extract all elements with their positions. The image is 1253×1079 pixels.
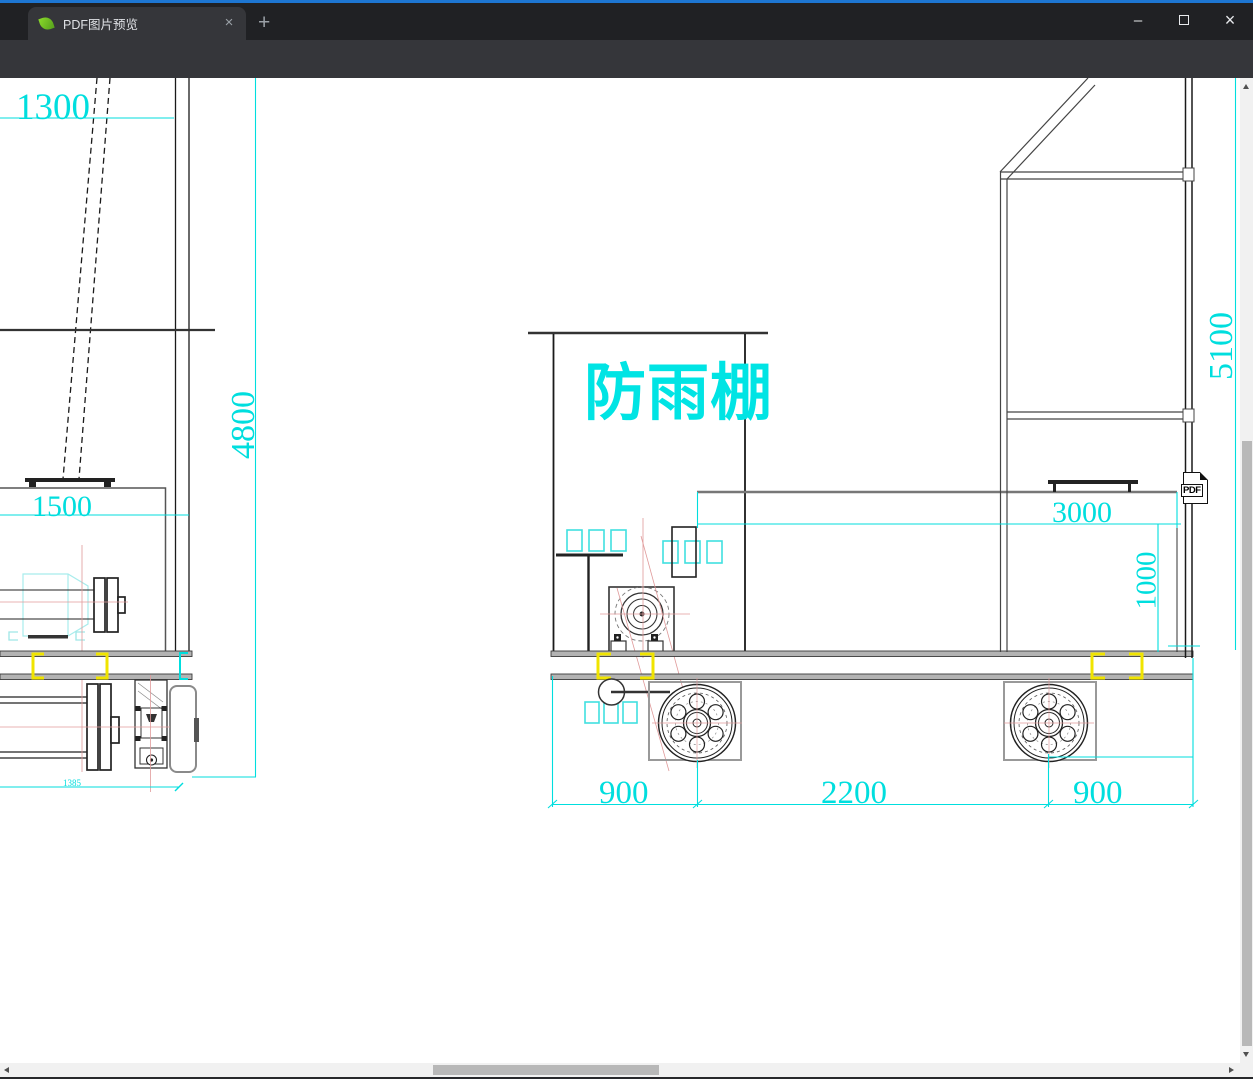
wheel-group: [652, 678, 1094, 768]
dim-1385: 1385: [63, 778, 81, 788]
maximize-icon: [1179, 15, 1189, 25]
cad-linework: [0, 78, 1237, 809]
dim-900-left: 900: [599, 775, 649, 811]
dim-2200: 2200: [821, 775, 887, 811]
dim-1300: 1300: [16, 87, 90, 128]
scroll-right-arrow-icon[interactable]: [1229, 1067, 1234, 1073]
scroll-up-arrow-icon[interactable]: [1243, 84, 1249, 89]
pdf-button-label: PDF: [1181, 484, 1203, 497]
browser-tab[interactable]: PDF图片预览 ×: [28, 7, 246, 40]
drawing-canvas: 1300 4800 1500 1385 防雨棚 3000 1000 5100 9…: [0, 78, 1240, 1063]
minimize-button[interactable]: –: [1115, 3, 1161, 37]
dim-1500: 1500: [32, 490, 92, 523]
tab-close-icon[interactable]: ×: [221, 15, 237, 31]
scroll-down-arrow-icon[interactable]: [1243, 1052, 1249, 1057]
dim-4800: 4800: [225, 391, 262, 459]
scrollbar-corner: [1240, 1063, 1253, 1077]
close-button[interactable]: ×: [1207, 3, 1253, 37]
spring-leaf-favicon-icon: [38, 15, 55, 32]
dim-900-right: 900: [1073, 775, 1123, 811]
window-controls: – ×: [1115, 3, 1253, 37]
dim-3000: 3000: [1052, 496, 1112, 529]
tab-title: PDF图片预览: [63, 18, 139, 32]
scroll-left-arrow-icon[interactable]: [4, 1067, 9, 1073]
maximize-button[interactable]: [1161, 3, 1207, 37]
horizontal-scrollbar[interactable]: [0, 1063, 1240, 1077]
pdf-icon: [1200, 472, 1208, 480]
browser-toolbar: ← → ↻ ⌂ i localhost:8012/onlinePreview?u…: [0, 40, 1253, 113]
dim-5100: 5100: [1203, 312, 1240, 380]
vertical-scrollbar-thumb[interactable]: [1241, 441, 1252, 1046]
title-bar: PDF图片预览 × + – ×: [0, 0, 1253, 40]
dim-1000: 1000: [1130, 551, 1163, 610]
new-tab-button[interactable]: +: [258, 11, 270, 35]
window-accent-strip: [0, 0, 1253, 3]
horizontal-scrollbar-thumb[interactable]: [433, 1065, 659, 1075]
pdf-export-button[interactable]: PDF: [1181, 472, 1208, 504]
shelter-label: 防雨棚: [584, 359, 774, 428]
